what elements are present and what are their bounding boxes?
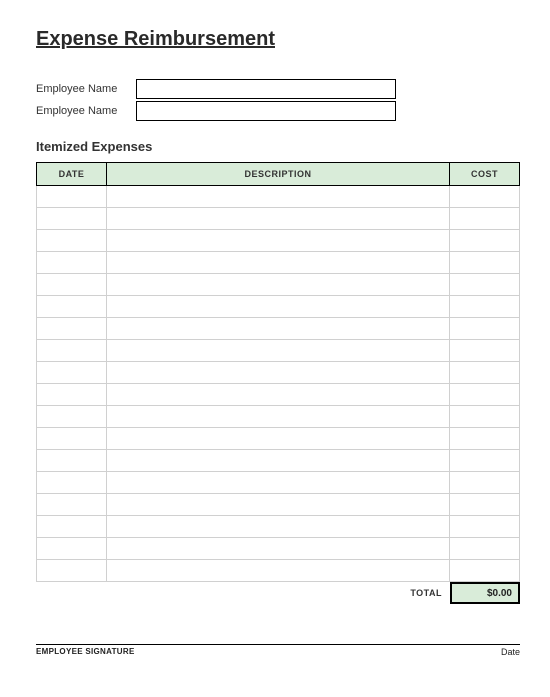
table-row [37, 406, 520, 428]
cell-description[interactable] [107, 252, 450, 274]
table-row [37, 450, 520, 472]
page-title: Expense Reimbursement [36, 28, 520, 51]
cell-description[interactable] [107, 186, 450, 208]
cell-description[interactable] [107, 538, 450, 560]
cell-date[interactable] [37, 340, 107, 362]
signature-area: EMPLOYEE SIGNATURE Date [36, 644, 520, 657]
table-row [37, 274, 520, 296]
header-cost: COST [450, 163, 520, 186]
cell-date[interactable] [37, 296, 107, 318]
total-value: $0.00 [450, 582, 520, 604]
cell-cost[interactable] [450, 384, 520, 406]
table-row [37, 384, 520, 406]
cell-cost[interactable] [450, 560, 520, 582]
cell-cost[interactable] [450, 362, 520, 384]
signature-date-label: Date [501, 647, 520, 657]
cell-cost[interactable] [450, 274, 520, 296]
cell-cost[interactable] [450, 186, 520, 208]
table-row [37, 208, 520, 230]
cell-date[interactable] [37, 538, 107, 560]
cell-cost[interactable] [450, 428, 520, 450]
cell-description[interactable] [107, 208, 450, 230]
cell-cost[interactable] [450, 472, 520, 494]
signature-label: EMPLOYEE SIGNATURE [36, 647, 135, 657]
table-row [37, 516, 520, 538]
employee-name-field-1[interactable] [136, 79, 396, 99]
cell-description[interactable] [107, 340, 450, 362]
cell-cost[interactable] [450, 252, 520, 274]
cell-description[interactable] [107, 318, 450, 340]
table-row [37, 318, 520, 340]
employee-name-row-2: Employee Name [36, 101, 520, 121]
cell-description[interactable] [107, 296, 450, 318]
cell-date[interactable] [37, 230, 107, 252]
table-row [37, 230, 520, 252]
employee-name-row-1: Employee Name [36, 79, 520, 99]
cell-date[interactable] [37, 406, 107, 428]
employee-name-field-2[interactable] [136, 101, 396, 121]
employee-name-label-2: Employee Name [36, 105, 136, 117]
header-description: DESCRIPTION [107, 163, 450, 186]
total-label: TOTAL [410, 588, 442, 598]
cell-cost[interactable] [450, 340, 520, 362]
cell-date[interactable] [37, 472, 107, 494]
table-row [37, 252, 520, 274]
table-row [37, 340, 520, 362]
cell-date[interactable] [37, 450, 107, 472]
cell-cost[interactable] [450, 516, 520, 538]
cell-cost[interactable] [450, 296, 520, 318]
cell-description[interactable] [107, 362, 450, 384]
itemized-section-title: Itemized Expenses [36, 139, 520, 154]
cell-date[interactable] [37, 318, 107, 340]
cell-cost[interactable] [450, 450, 520, 472]
cell-date[interactable] [37, 208, 107, 230]
cell-cost[interactable] [450, 538, 520, 560]
cell-cost[interactable] [450, 208, 520, 230]
cell-description[interactable] [107, 560, 450, 582]
cell-description[interactable] [107, 450, 450, 472]
cell-description[interactable] [107, 472, 450, 494]
cell-date[interactable] [37, 516, 107, 538]
cell-date[interactable] [37, 186, 107, 208]
table-row [37, 538, 520, 560]
table-row [37, 186, 520, 208]
header-date: DATE [37, 163, 107, 186]
cell-date[interactable] [37, 362, 107, 384]
cell-description[interactable] [107, 428, 450, 450]
cell-date[interactable] [37, 252, 107, 274]
employee-name-label-1: Employee Name [36, 83, 136, 95]
cell-description[interactable] [107, 494, 450, 516]
table-row [37, 362, 520, 384]
cell-description[interactable] [107, 384, 450, 406]
cell-description[interactable] [107, 406, 450, 428]
table-row [37, 494, 520, 516]
cell-cost[interactable] [450, 230, 520, 252]
cell-date[interactable] [37, 428, 107, 450]
expenses-table: DATE DESCRIPTION COST [36, 162, 520, 582]
cell-date[interactable] [37, 384, 107, 406]
total-row: TOTAL $0.00 [36, 582, 520, 604]
cell-date[interactable] [37, 494, 107, 516]
cell-cost[interactable] [450, 318, 520, 340]
cell-cost[interactable] [450, 494, 520, 516]
table-row [37, 472, 520, 494]
cell-date[interactable] [37, 274, 107, 296]
table-row [37, 428, 520, 450]
table-row [37, 296, 520, 318]
cell-description[interactable] [107, 516, 450, 538]
cell-cost[interactable] [450, 406, 520, 428]
cell-description[interactable] [107, 230, 450, 252]
table-row [37, 560, 520, 582]
cell-date[interactable] [37, 560, 107, 582]
cell-description[interactable] [107, 274, 450, 296]
